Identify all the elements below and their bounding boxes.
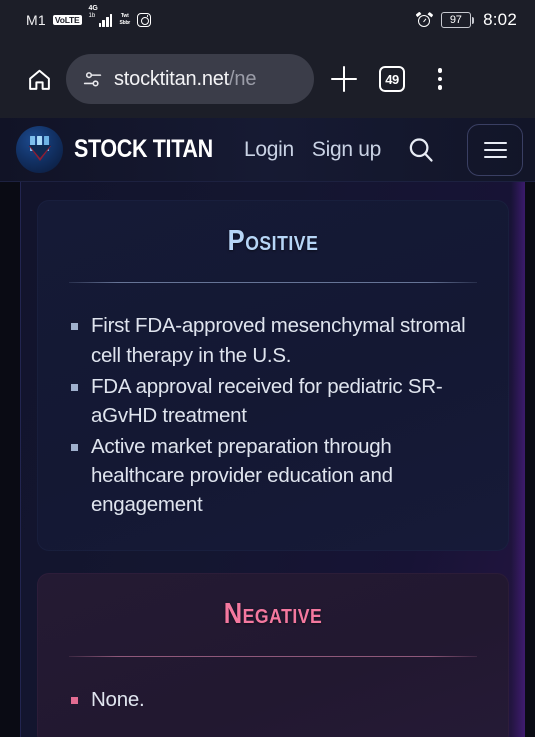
plus-icon	[331, 66, 357, 92]
positive-card: Positive First FDA-approved mesenchymal …	[37, 200, 509, 552]
site-header: STOCK TITAN Login Sign up	[0, 118, 535, 182]
home-button[interactable]	[16, 56, 62, 102]
search-button[interactable]	[403, 132, 439, 168]
tiny-label-top: Twt	[120, 13, 129, 20]
page-body: Positive First FDA-approved mesenchymal …	[0, 182, 535, 737]
negative-card-title: Negative	[223, 598, 323, 631]
volte-badge: VoLTE	[52, 14, 82, 26]
header-nav: Login Sign up	[244, 123, 523, 176]
list-item: FDA approval received for pediatric SR-a…	[63, 372, 483, 430]
signup-link[interactable]: Sign up	[312, 138, 381, 162]
search-icon	[409, 137, 433, 162]
network-sub-label: 1b	[88, 12, 96, 19]
home-icon	[28, 69, 50, 90]
new-tab-button[interactable]	[320, 55, 368, 103]
tab-count-label: 49	[385, 71, 399, 87]
status-bar-clock: 8:02	[483, 10, 517, 29]
tiny-label-bottom: Sbbr	[119, 19, 131, 26]
battery-percent-label: 97	[449, 14, 462, 26]
signal-bars-icon	[98, 13, 113, 27]
positive-card-title: Positive	[227, 225, 319, 257]
secondary-status-icon: Twt Sbbr	[119, 14, 130, 26]
browser-toolbar: stocktitan.net/ne 49	[0, 40, 535, 118]
list-item: First FDA-approved mesenchymal stromal c…	[63, 311, 483, 369]
article-container: Positive First FDA-approved mesenchymal …	[20, 182, 525, 737]
login-link[interactable]: Login	[244, 138, 294, 162]
url-path: /ne	[229, 67, 257, 90]
tab-switcher-button[interactable]: 49	[368, 55, 416, 103]
negative-bullet-list: None.	[63, 685, 483, 714]
browser-menu-button[interactable]	[416, 55, 464, 103]
status-bar-left: M1 VoLTE 4G 1b Twt Sbbr	[26, 5, 152, 28]
url-domain: stocktitan.net	[114, 67, 230, 90]
stock-titan-logo[interactable]	[16, 126, 63, 173]
positive-card-divider	[69, 282, 477, 284]
instagram-icon	[137, 13, 152, 27]
network-type-label: 4G	[88, 4, 98, 12]
cellular-signal-icon: 4G 1b	[88, 5, 113, 27]
negative-card: Negative None.	[37, 573, 509, 737]
battery-indicator: 97	[440, 12, 475, 28]
url-bar[interactable]: stocktitan.net/ne	[66, 54, 314, 104]
url-text: stocktitan.net/ne	[114, 68, 256, 91]
tab-count-box: 49	[379, 66, 405, 92]
android-status-bar: M1 VoLTE 4G 1b Twt Sbbr 97 8:02	[0, 0, 535, 40]
carrier-name: M1	[26, 12, 46, 28]
brand-name[interactable]: STOCK TITAN	[74, 135, 213, 164]
negative-card-divider	[69, 655, 477, 657]
positive-bullet-list: First FDA-approved mesenchymal stromal c…	[63, 311, 483, 519]
hamburger-menu-button[interactable]	[467, 123, 523, 176]
list-item: Active market preparation through health…	[63, 432, 483, 519]
three-dot-menu-icon	[437, 68, 443, 90]
page-settings-tune-icon	[83, 71, 102, 86]
status-bar-right: 97 8:02	[415, 10, 517, 30]
list-item: None.	[63, 685, 483, 714]
alarm-clock-icon	[415, 11, 433, 28]
